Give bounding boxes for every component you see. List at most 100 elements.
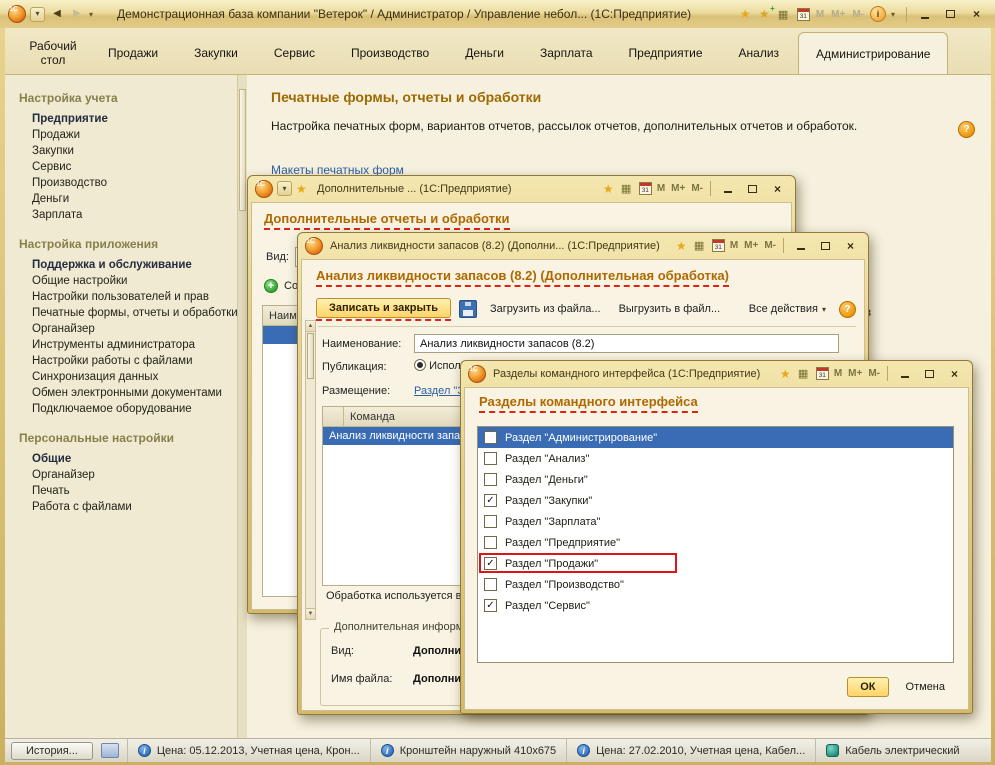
checkbox[interactable] (484, 452, 497, 465)
radio-on-icon[interactable] (414, 359, 426, 371)
close-button[interactable]: × (767, 180, 788, 197)
scale-m-minus-button[interactable]: М- (763, 240, 777, 251)
checkbox[interactable] (484, 515, 497, 528)
help-icon[interactable]: ? (839, 301, 856, 318)
close-button[interactable]: × (966, 6, 987, 23)
sidebar-item[interactable]: Работа с файлами (19, 499, 237, 515)
checkbox[interactable] (484, 473, 497, 486)
sidebar-item[interactable]: Производство (19, 175, 237, 191)
scale-m-button[interactable]: М (833, 368, 843, 379)
window-titlebar[interactable]: 1С Анализ ликвидности запасов (8.2) (Доп… (298, 233, 868, 258)
minimize-button[interactable] (914, 6, 935, 23)
calendar-icon[interactable]: 31 (639, 182, 652, 195)
menu-chevron-icon[interactable]: ▾ (277, 181, 292, 196)
cancel-button[interactable]: Отмена (897, 677, 954, 697)
status-segment[interactable]: iЦена: 05.12.2013, Учетная цена, Крон... (127, 739, 370, 762)
scale-m-minus-button[interactable]: М- (851, 9, 865, 20)
section-row[interactable]: ✓Раздел "Продажи" (478, 553, 953, 574)
checkbox[interactable] (484, 578, 497, 591)
tab-анализ[interactable]: Анализ (722, 32, 797, 74)
1c-logo-icon[interactable]: 1С (8, 5, 26, 23)
sidebar-item[interactable]: Органайзер (19, 321, 237, 337)
scale-m-plus-button[interactable]: М+ (830, 9, 846, 20)
section-row[interactable]: Раздел "Анализ" (478, 448, 953, 469)
sidebar-item[interactable]: Подключаемое оборудование (19, 401, 237, 417)
maximize-button[interactable] (742, 180, 763, 197)
form-scrollbar[interactable]: ▲ ▼ (305, 320, 316, 620)
maximize-button[interactable] (815, 237, 836, 254)
scale-m-button[interactable]: М (815, 9, 825, 20)
sidebar-item[interactable]: Обмен электронными документами (19, 385, 237, 401)
service-windows-icon[interactable] (101, 743, 119, 758)
tab-рабочий-стол[interactable]: Рабочий стол (17, 32, 89, 74)
favorites-star-icon[interactable]: ★ (676, 239, 690, 253)
sidebar-item[interactable]: Печатные формы, отчеты и обработки (19, 305, 237, 321)
favorites-star-icon[interactable]: ★ (780, 367, 794, 381)
unload-to-file-button[interactable]: Выгрузить в файл... (614, 300, 726, 318)
favorites-star-icon[interactable]: ★ (740, 7, 754, 21)
create-plus-icon[interactable]: + (264, 279, 278, 293)
calculator-icon[interactable]: ▦ (694, 239, 708, 252)
add-favorite-icon[interactable]: ★ (759, 7, 773, 21)
forward-icon[interactable]: ▶ (69, 6, 85, 22)
tab-зарплата[interactable]: Зарплата (523, 32, 610, 74)
tab-деньги[interactable]: Деньги (448, 32, 521, 74)
checkbox[interactable]: ✓ (484, 599, 497, 612)
sidebar-item[interactable]: Общие настройки (19, 273, 237, 289)
scale-m-minus-button[interactable]: М- (867, 368, 881, 379)
calculator-icon[interactable]: ▦ (621, 182, 635, 195)
scale-m-button[interactable]: М (729, 240, 739, 251)
minimize-button[interactable] (790, 237, 811, 254)
maximize-button[interactable] (940, 6, 961, 23)
scale-m-plus-button[interactable]: М+ (670, 183, 686, 194)
sidebar-item[interactable]: Настройки работы с файлами (19, 353, 237, 369)
scroll-down-icon[interactable]: ▼ (306, 608, 315, 619)
sidebar-item[interactable]: Предприятие (19, 111, 237, 127)
calculator-icon[interactable]: ▦ (778, 8, 792, 21)
sidebar-item[interactable]: Настройки пользователей и прав (19, 289, 237, 305)
section-row[interactable]: Раздел "Предприятие" (478, 532, 953, 553)
status-segment[interactable]: iЦена: 27.02.2010, Учетная цена, Кабел..… (566, 739, 815, 762)
history-chevron-icon[interactable]: ▾ (89, 10, 97, 19)
window-titlebar[interactable]: 1С ▾ ★ Дополнительные ... (1С:Предприяти… (248, 176, 795, 201)
scale-m-plus-button[interactable]: М+ (847, 368, 863, 379)
sidebar-item[interactable]: Печать (19, 483, 237, 499)
sidebar-item[interactable]: Общие (19, 451, 237, 467)
sidebar-item[interactable]: Зарплата (19, 207, 237, 223)
history-button[interactable]: История... (11, 742, 93, 760)
checkbox[interactable] (484, 536, 497, 549)
tab-сервис[interactable]: Сервис (257, 32, 332, 74)
maximize-button[interactable] (919, 365, 940, 382)
save-close-button[interactable]: Записать и закрыть (316, 298, 451, 318)
favorites-star-icon[interactable]: ★ (603, 182, 617, 196)
calendar-icon[interactable]: 31 (816, 367, 829, 380)
section-row[interactable]: Раздел "Деньги" (478, 469, 953, 490)
scroll-up-icon[interactable]: ▲ (306, 321, 315, 332)
save-icon[interactable] (459, 300, 477, 318)
help-icon[interactable]: ? (958, 121, 975, 138)
calendar-icon[interactable]: 31 (712, 239, 725, 252)
info-icon[interactable]: i (870, 6, 886, 22)
section-row[interactable]: Раздел "Производство" (478, 574, 953, 595)
checkbox[interactable]: ✓ (484, 494, 497, 507)
sidebar-item[interactable]: Органайзер (19, 467, 237, 483)
status-segment[interactable]: iКронштейн наружный 410х675 (370, 739, 566, 762)
close-button[interactable]: × (944, 365, 965, 382)
name-input[interactable] (414, 334, 839, 353)
calculator-icon[interactable]: ▦ (798, 367, 812, 380)
section-row[interactable]: Раздел "Зарплата" (478, 511, 953, 532)
tab-закупки[interactable]: Закупки (177, 32, 255, 74)
status-segment[interactable]: Кабель электрический (815, 739, 969, 762)
sidebar-item[interactable]: Поддержка и обслуживание (19, 257, 237, 273)
main-menu-chevron-icon[interactable]: ▾ (30, 7, 45, 22)
scale-m-button[interactable]: М (656, 183, 666, 194)
ok-button[interactable]: ОК (847, 677, 888, 697)
minimize-button[interactable] (717, 180, 738, 197)
sidebar-item[interactable]: Продажи (19, 127, 237, 143)
scroll-thumb[interactable] (307, 333, 314, 379)
sidebar-item[interactable]: Синхронизация данных (19, 369, 237, 385)
tab-продажи[interactable]: Продажи (91, 32, 175, 74)
close-button[interactable]: × (840, 237, 861, 254)
all-actions-button[interactable]: Все действия ▾ (744, 300, 831, 318)
sidebar-item[interactable]: Деньги (19, 191, 237, 207)
